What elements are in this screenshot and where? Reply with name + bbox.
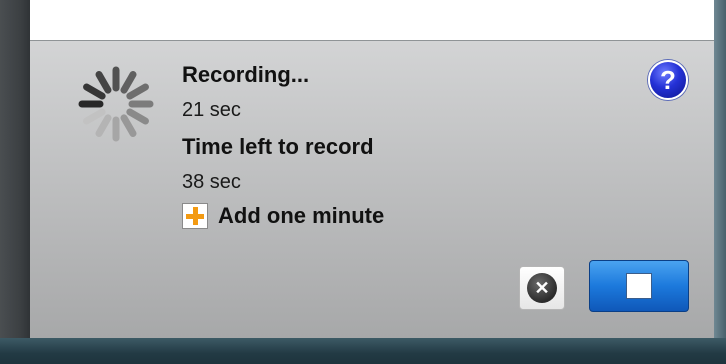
recording-status-text: Recording...	[182, 62, 310, 87]
stop-recording-button[interactable]	[589, 260, 689, 312]
time-left-label: Time left to record	[182, 134, 374, 159]
window-border-right	[714, 0, 726, 340]
add-one-minute-button[interactable]: Add one minute	[182, 201, 384, 231]
add-one-minute-label: Add one minute	[218, 203, 385, 228]
spinner-spoke	[126, 108, 149, 125]
help-button[interactable]: ?	[648, 60, 688, 100]
spinner-spoke	[95, 114, 112, 137]
close-circle-icon: ✕	[527, 273, 557, 303]
stop-square-icon	[626, 273, 652, 299]
spinner-spoke	[120, 71, 137, 94]
left-sidebar-strip	[0, 0, 30, 338]
spinner-spoke	[120, 114, 137, 137]
spinner-spoke	[126, 83, 149, 100]
question-mark-icon: ?	[660, 64, 676, 95]
window-border-bottom	[0, 338, 726, 364]
spinner-spoke	[95, 71, 112, 94]
cancel-recording-button[interactable]: ✕	[519, 266, 565, 310]
plus-icon	[182, 203, 208, 229]
spinner-spoke	[83, 83, 106, 100]
spinner-spoke	[83, 108, 106, 125]
elapsed-time-text: 21 sec	[182, 99, 241, 121]
loading-spinner-icon	[78, 66, 154, 142]
content-pane	[30, 0, 714, 41]
time-left-value: 38 sec	[182, 171, 241, 193]
